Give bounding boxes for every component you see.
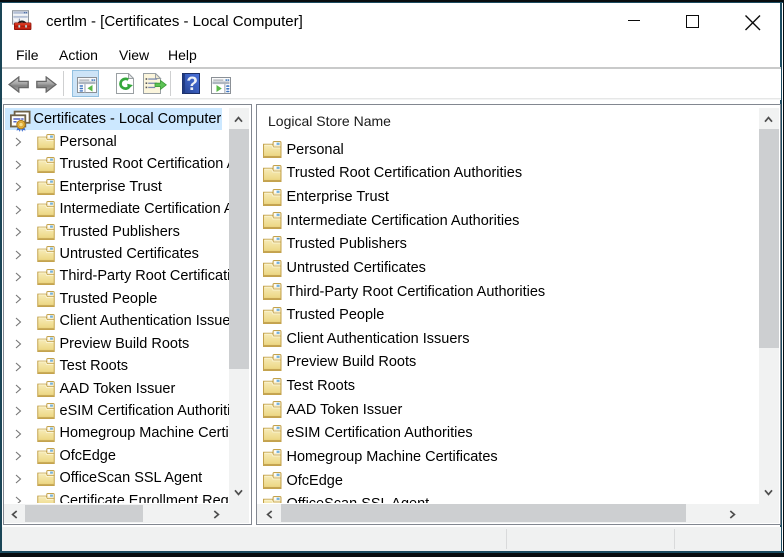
svg-text:?: ? [186, 74, 198, 94]
